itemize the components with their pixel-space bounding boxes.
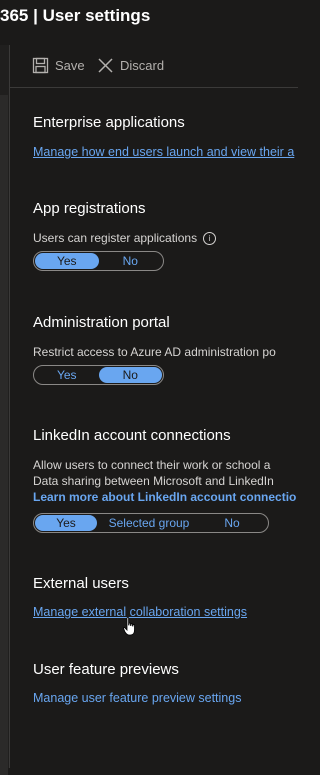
- page-title: 365 | User settings: [0, 6, 151, 25]
- toggle-option-no[interactable]: No: [201, 515, 263, 531]
- toggle-option-no[interactable]: No: [98, 367, 162, 383]
- discard-label: Discard: [120, 58, 165, 73]
- linkedin-description-line1: Allow users to connect their work or sch…: [33, 458, 271, 472]
- register-apps-label: Users can register applications: [33, 231, 198, 245]
- toggle-option-yes[interactable]: Yes: [35, 367, 99, 383]
- left-panel-edge: [0, 45, 10, 775]
- toggle-option-selected-group[interactable]: Selected group: [97, 515, 201, 531]
- toggle-option-no[interactable]: No: [99, 253, 163, 269]
- save-button[interactable]: Save: [32, 57, 85, 74]
- save-label: Save: [55, 58, 85, 73]
- hand-cursor-icon: [123, 617, 135, 636]
- register-apps-setting: Users can register applications i: [33, 231, 217, 245]
- left-panel-scroll-strip: [0, 95, 8, 775]
- title-bar: 365 | User settings: [0, 0, 298, 40]
- linkedin-learn-more-link[interactable]: Learn more about LinkedIn account connec…: [33, 490, 296, 504]
- linkedin-toggle[interactable]: Yes Selected group No: [33, 513, 269, 533]
- linkedin-connections-title: LinkedIn account connections: [33, 427, 231, 444]
- command-bar: Save Discard: [10, 45, 298, 88]
- discard-button[interactable]: Discard: [97, 57, 164, 74]
- linkedin-description-line2: Data sharing between Microsoft and Linke…: [33, 474, 274, 488]
- close-icon: [98, 58, 113, 73]
- register-apps-toggle[interactable]: Yes No: [33, 251, 164, 271]
- save-icon: [32, 57, 49, 74]
- administration-portal-title: Administration portal: [33, 314, 170, 331]
- enterprise-applications-title: Enterprise applications: [33, 114, 185, 131]
- restrict-admin-label: Restrict access to Azure AD administrati…: [33, 345, 276, 359]
- restrict-admin-toggle[interactable]: Yes No: [33, 365, 164, 385]
- info-icon[interactable]: i: [203, 232, 217, 245]
- app-registrations-title: App registrations: [33, 200, 146, 217]
- external-users-title: External users: [33, 575, 129, 592]
- user-feature-previews-title: User feature previews: [33, 661, 179, 678]
- toggle-option-yes[interactable]: Yes: [35, 515, 97, 531]
- external-collaboration-link[interactable]: Manage external collaboration settings: [33, 605, 247, 619]
- toggle-option-yes[interactable]: Yes: [35, 253, 99, 269]
- enterprise-applications-link[interactable]: Manage how end users launch and view the…: [33, 145, 294, 159]
- feature-previews-link[interactable]: Manage user feature preview settings: [33, 691, 241, 705]
